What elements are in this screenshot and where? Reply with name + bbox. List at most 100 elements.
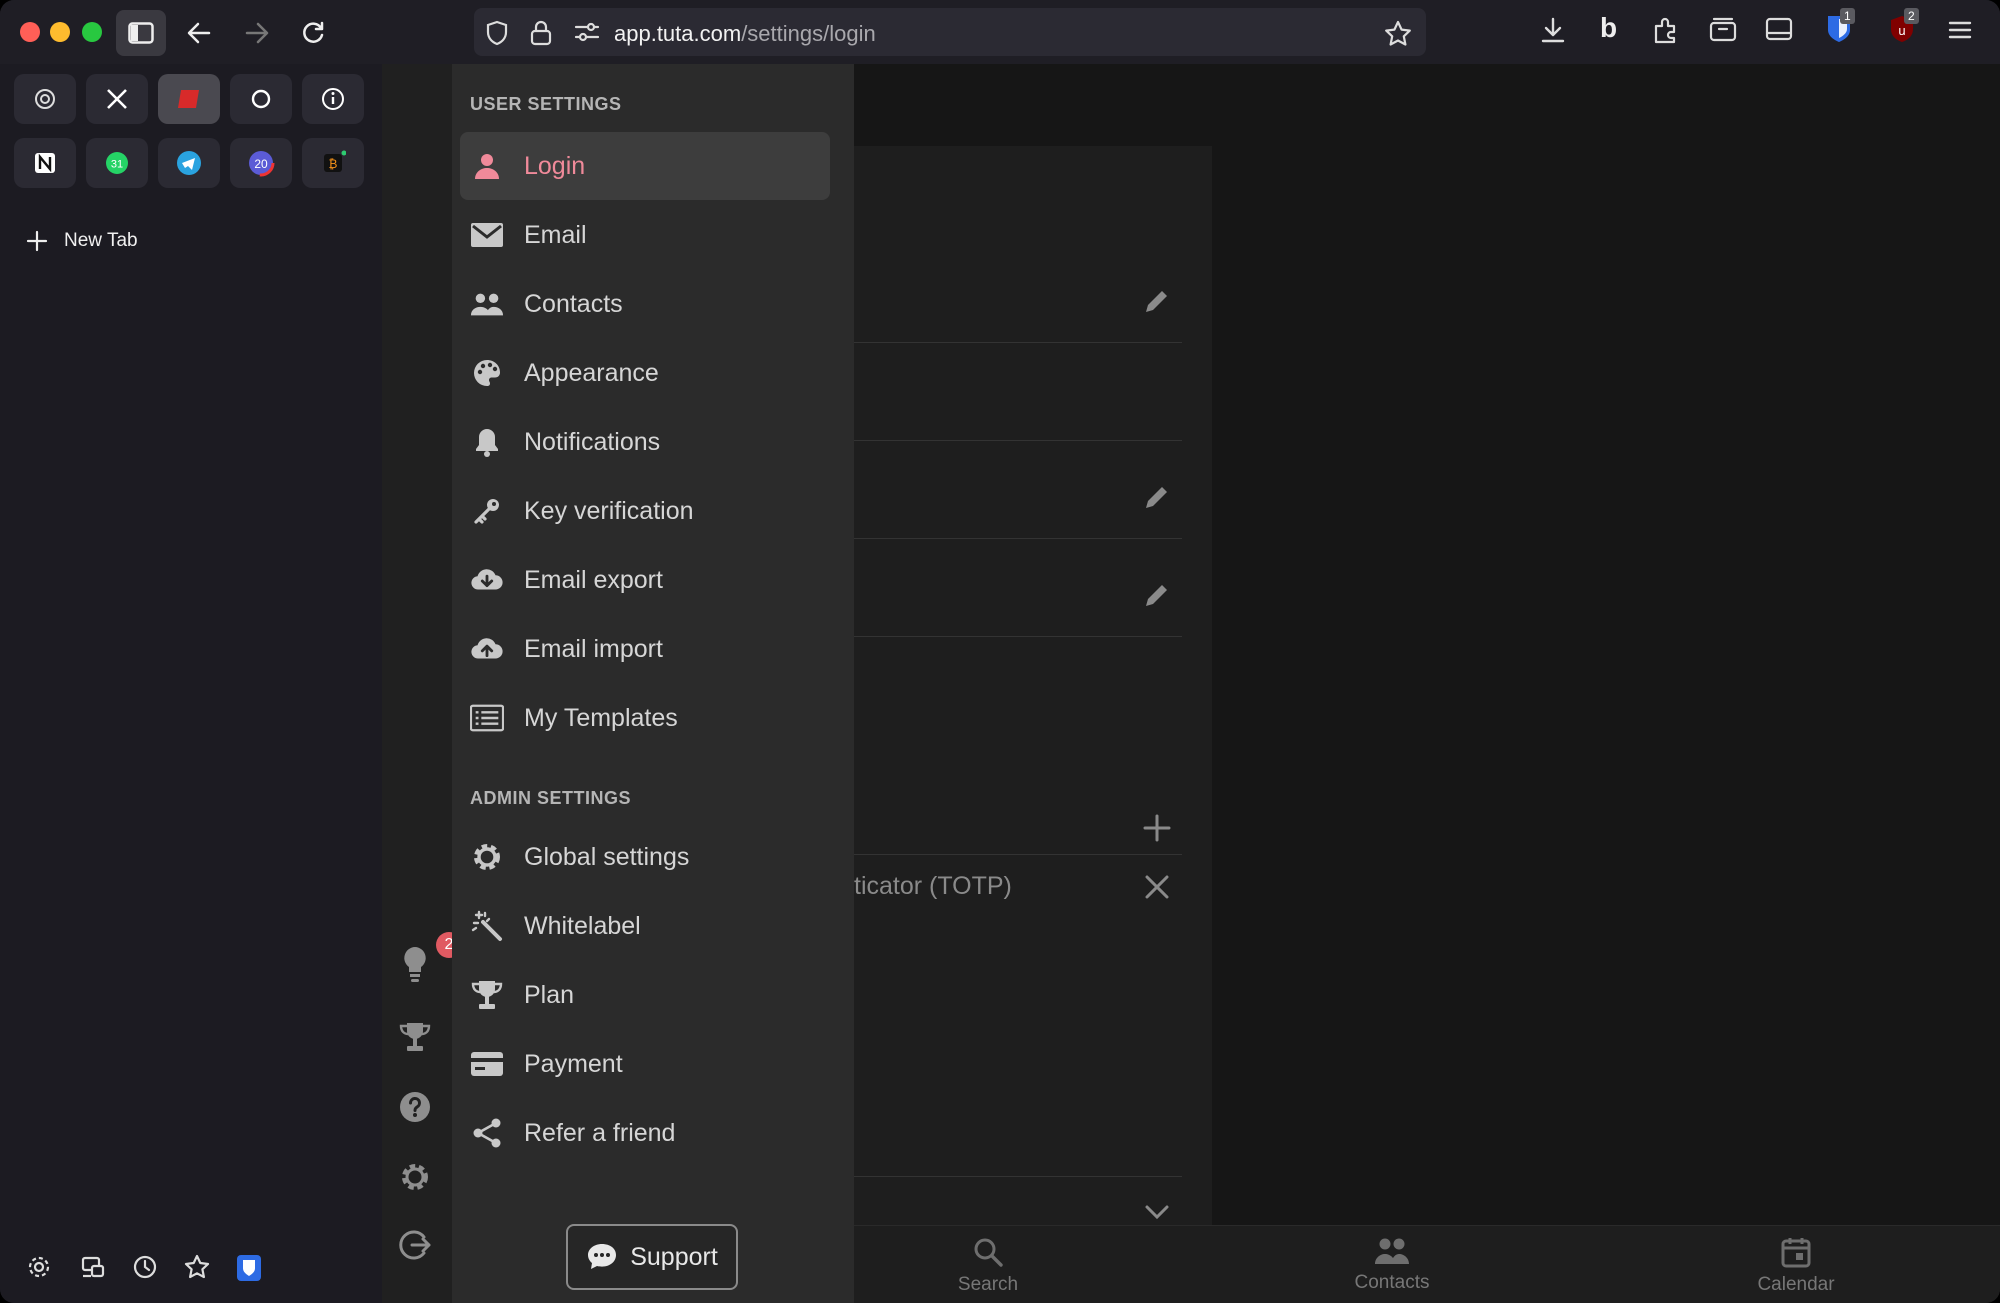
help-question-icon	[400, 1092, 430, 1122]
nav-calendar-label: Calendar	[1757, 1274, 1835, 1295]
logout-button[interactable]	[398, 1228, 432, 1262]
calendar-icon	[1781, 1238, 1811, 1268]
svg-text:31: 31	[111, 159, 123, 171]
address-bar[interactable]: app.tuta.com/settings/login	[474, 8, 1426, 56]
plan-trophy-button[interactable]	[398, 1020, 432, 1054]
settings-button[interactable]	[398, 1160, 432, 1194]
menu-item-appearance[interactable]: Appearance	[460, 339, 830, 407]
edit-pencil-icon[interactable]	[1142, 580, 1172, 610]
pinned-tab-bitcoin[interactable]: ₿	[302, 138, 364, 188]
settings-gear-icon[interactable]	[26, 1254, 52, 1280]
contacts-icon	[1375, 1238, 1409, 1264]
pinned-tab-circle[interactable]	[230, 74, 292, 124]
menu-item-global-settings[interactable]: Global settings	[460, 823, 830, 891]
reload-button[interactable]	[288, 10, 338, 56]
close-window-button[interactable]	[20, 22, 40, 42]
menu-item-email[interactable]: Email	[460, 201, 830, 269]
nav-search[interactable]: Search	[928, 1236, 1048, 1296]
help-button[interactable]	[398, 1090, 432, 1124]
menu-item-whitelabel[interactable]: Whitelabel	[460, 892, 830, 960]
circle-icon	[251, 89, 271, 109]
tab-view-icon[interactable]	[1764, 16, 1794, 42]
gear-icon	[402, 1164, 428, 1190]
back-button[interactable]	[174, 10, 224, 56]
new-tab-button[interactable]: New Tab	[26, 230, 138, 252]
forward-button[interactable]	[232, 10, 282, 56]
b-extension-icon[interactable]: b	[1600, 12, 1617, 44]
url-text[interactable]: app.tuta.com/settings/login	[614, 21, 876, 47]
bitwarden-sidebar-icon[interactable]	[236, 1254, 262, 1282]
pinned-tab-telegram[interactable]	[158, 138, 220, 188]
support-button[interactable]: Support	[566, 1224, 738, 1290]
menu-item-label: Email import	[524, 635, 663, 663]
menu-item-label: Plan	[524, 981, 575, 1009]
whatsapp-icon: 31	[106, 152, 128, 174]
divider	[854, 538, 1182, 539]
menu-item-plan[interactable]: Plan	[460, 961, 830, 1029]
sidebar-footer	[24, 1254, 264, 1294]
shield-icon[interactable]	[484, 20, 510, 46]
menu-item-key-verification[interactable]: Key verification	[460, 477, 830, 545]
new-tab-label: New Tab	[64, 230, 138, 251]
page-settings-icon[interactable]	[574, 20, 600, 44]
support-label: Support	[630, 1242, 718, 1271]
menu-item-login[interactable]: Login	[460, 132, 830, 200]
cloud-upload-icon	[470, 633, 504, 665]
telegram-icon	[177, 151, 201, 175]
divider	[854, 636, 1182, 637]
remove-x-icon[interactable]	[1142, 872, 1172, 902]
edit-pencil-icon[interactable]	[1142, 286, 1172, 316]
url-path: /settings/login	[741, 21, 876, 46]
chevron-down-icon[interactable]	[1142, 1202, 1172, 1222]
bitcoin-icon: ₿	[324, 150, 346, 172]
minimize-window-button[interactable]	[50, 22, 70, 42]
bookmarks-star-icon[interactable]	[184, 1254, 210, 1280]
pinned-tab-info[interactable]	[302, 74, 364, 124]
pinned-tab-tuta[interactable]	[158, 74, 220, 124]
synced-tabs-icon[interactable]	[80, 1254, 106, 1280]
nav-calendar[interactable]: Calendar	[1736, 1236, 1856, 1296]
gear-icon	[470, 841, 504, 873]
second-factor-totp-label: ticator (TOTP)	[854, 872, 1012, 900]
sidebar-toggle-button[interactable]	[116, 10, 166, 56]
url-domain: app.tuta.com	[614, 21, 742, 46]
menu-item-email-import[interactable]: Email import	[460, 615, 830, 683]
svg-text:20: 20	[254, 157, 268, 171]
calendar-app-icon: 20	[247, 149, 275, 177]
container-icon[interactable]	[1708, 16, 1738, 42]
person-icon	[470, 150, 504, 182]
edit-pencil-icon[interactable]	[1142, 482, 1172, 512]
magic-wand-icon	[470, 910, 504, 942]
lock-icon[interactable]	[530, 20, 552, 46]
menu-item-contacts[interactable]: Contacts	[460, 270, 830, 338]
divider	[854, 342, 1182, 343]
pinned-tab-calendar[interactable]: 20	[230, 138, 292, 188]
nav-contacts[interactable]: Contacts	[1332, 1236, 1452, 1294]
add-plus-icon[interactable]	[1142, 813, 1172, 843]
whats-new-button[interactable]: 2	[398, 932, 462, 984]
bookmark-star-icon[interactable]	[1384, 20, 1412, 48]
menu-item-my-templates[interactable]: My Templates	[460, 684, 830, 752]
ublock-extension-button[interactable]: u 2	[1888, 8, 1919, 44]
download-icon[interactable]	[1540, 16, 1566, 44]
trophy-icon	[399, 1023, 431, 1051]
menu-item-notifications[interactable]: Notifications	[460, 408, 830, 476]
extensions-puzzle-icon[interactable]	[1652, 16, 1680, 44]
pinned-tab-whatsapp[interactable]: 31	[86, 138, 148, 188]
chat-bubble-icon	[588, 1244, 617, 1269]
people-icon	[470, 288, 504, 320]
pinned-tab-notion[interactable]	[14, 138, 76, 188]
history-clock-icon[interactable]	[132, 1254, 158, 1280]
menu-item-payment[interactable]: Payment	[460, 1030, 830, 1098]
maximize-window-button[interactable]	[82, 22, 102, 42]
menu-item-label: My Templates	[524, 704, 678, 732]
bitwarden-extension-button[interactable]: 1	[1826, 8, 1855, 44]
pinned-tab-x[interactable]	[86, 74, 148, 124]
share-icon	[470, 1117, 504, 1149]
pinned-tab-chatgpt[interactable]	[14, 74, 76, 124]
credit-card-icon	[470, 1048, 504, 1080]
menu-item-email-export[interactable]: Email export	[460, 546, 830, 614]
menu-item-refer-a-friend[interactable]: Refer a friend	[460, 1099, 830, 1167]
info-icon	[322, 88, 344, 110]
hamburger-menu-icon[interactable]	[1948, 20, 1972, 40]
